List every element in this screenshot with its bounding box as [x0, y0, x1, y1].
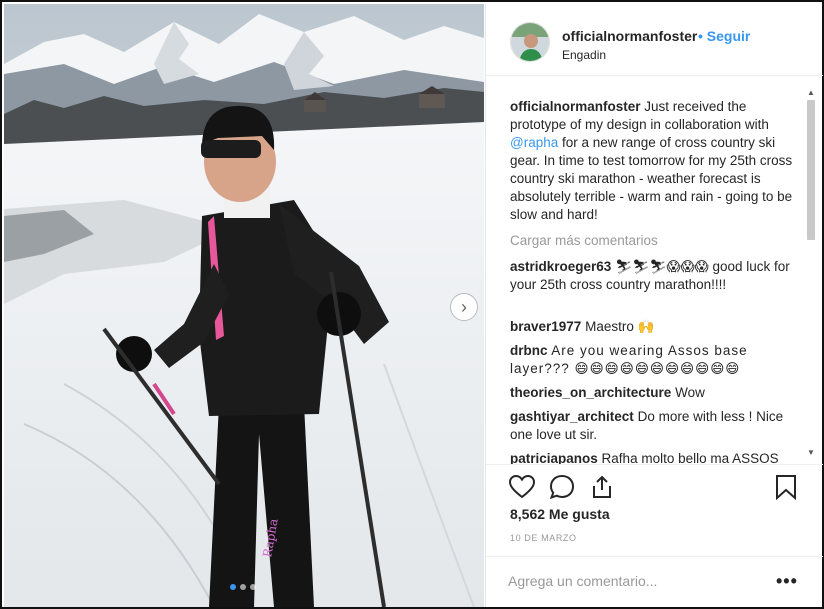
- instagram-post: Rapha › officialnormanfoster • Seguir En…: [0, 0, 824, 609]
- avatar[interactable]: [510, 22, 550, 62]
- post-date: 10 DE MARZO: [510, 533, 577, 543]
- comment-username[interactable]: theories_on_architecture: [510, 385, 671, 400]
- comment-text: Rafha molto bello ma ASSOS: [601, 451, 779, 464]
- comment-item: gashtiyar_architect Do more with less ! …: [510, 408, 795, 444]
- follow-button-label: Seguir: [706, 28, 751, 44]
- comments-scrollbar[interactable]: ▲ ▼: [805, 86, 817, 458]
- share-button[interactable]: [588, 473, 616, 501]
- header-separator: •: [698, 28, 703, 44]
- caption: officialnormanfoster Just received the p…: [510, 98, 795, 224]
- comment-item: patriciapanos Rafha molto bello ma ASSOS: [510, 450, 795, 464]
- carousel-dot-active: [230, 584, 236, 590]
- caption-mention-link[interactable]: @rapha: [510, 135, 558, 150]
- comment-input[interactable]: [508, 569, 768, 593]
- carousel-dot: [240, 584, 246, 590]
- comment-username[interactable]: gashtiyar_architect: [510, 409, 634, 424]
- post-author-username[interactable]: officialnormanfoster: [562, 28, 697, 44]
- scroll-up-arrow-icon[interactable]: ▲: [807, 88, 815, 97]
- scroll-down-arrow-icon[interactable]: ▼: [807, 448, 815, 457]
- load-more-comments-link[interactable]: Cargar más comentarios: [510, 233, 658, 248]
- comment-username[interactable]: drbnc: [510, 343, 548, 358]
- post-actions-bar: [486, 464, 823, 504]
- add-comment-section: •••: [486, 556, 823, 607]
- post-details-panel: officialnormanfoster • Seguir Engadin of…: [485, 4, 823, 607]
- likes-count[interactable]: 8,562 Me gusta: [510, 506, 610, 522]
- comment-username[interactable]: braver1977: [510, 319, 581, 334]
- share-icon: [593, 475, 611, 498]
- comment-text: Maestro 🙌: [585, 319, 655, 334]
- carousel-indicator: [230, 584, 256, 590]
- bookmark-icon: [776, 475, 796, 500]
- next-photo-button[interactable]: ›: [450, 293, 478, 321]
- comment-username[interactable]: astridkroeger63: [510, 259, 611, 274]
- post-location[interactable]: Engadin: [562, 48, 606, 62]
- caption-username[interactable]: officialnormanfoster: [510, 99, 641, 114]
- carousel-dot: [250, 584, 256, 590]
- comment-button[interactable]: [548, 473, 576, 501]
- comment-item: drbnc Are you wearing Assos base layer??…: [510, 342, 795, 378]
- post-photo[interactable]: Rapha ›: [4, 4, 484, 607]
- follow-button[interactable]: • Seguir: [698, 28, 750, 44]
- comment-item: braver1977 Maestro 🙌: [510, 318, 795, 336]
- comments-list[interactable]: officialnormanfoster Just received the p…: [486, 92, 806, 464]
- post-header: officialnormanfoster • Seguir Engadin: [486, 4, 823, 76]
- chevron-right-icon: ›: [461, 296, 467, 317]
- comment-text: Wow: [675, 385, 705, 400]
- more-options-icon[interactable]: •••: [776, 571, 798, 592]
- scrollbar-thumb[interactable]: [807, 100, 815, 240]
- heart-icon: [509, 475, 535, 499]
- comment-item: theories_on_architecture Wow: [510, 384, 795, 402]
- skier-photo-illustration: Rapha: [4, 4, 484, 607]
- comment-item: astridkroeger63 ⛷⛷⛷😱😱😱 good luck for you…: [510, 258, 795, 294]
- comment-username[interactable]: patriciapanos: [510, 451, 598, 464]
- like-button[interactable]: [508, 473, 536, 501]
- save-button[interactable]: [772, 473, 800, 501]
- speech-bubble-icon: [549, 474, 575, 500]
